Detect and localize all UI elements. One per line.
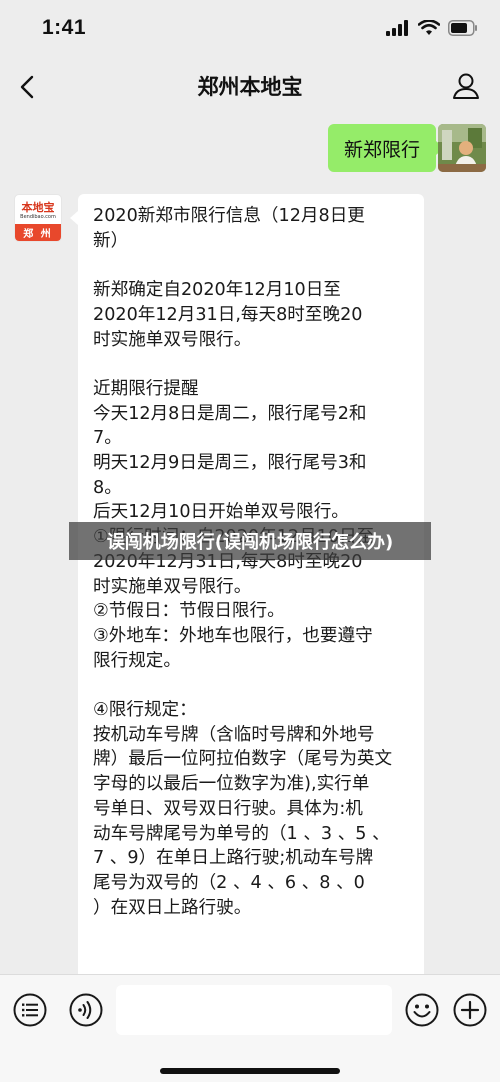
message-line: 8。 — [93, 477, 122, 498]
emoji-button[interactable] — [404, 992, 440, 1028]
user-avatar[interactable] — [438, 124, 486, 172]
message-line: 2020新郑市限行信息（12月8日更 — [93, 206, 365, 226]
watermark-banner: 误闯机场限行(误闯机场限行怎么办) — [69, 522, 431, 560]
message-line: 限行规定。 — [93, 650, 181, 671]
received-message[interactable]: 2020新郑市限行信息（12月8日更 新） 新郑确定自2020年12月10日至 202… — [70, 194, 424, 994]
nav-bar: 郑州本地宝 — [0, 58, 500, 114]
bot-avatar[interactable]: 本地宝 Bendibao.com 郑 州 — [14, 194, 62, 242]
message-line: ②节假日：节假日限行。 — [93, 601, 285, 622]
message-line: 时实施单双号限行。 — [93, 576, 252, 597]
message-paragraph: ④限行规定： 按机动车号牌（含临时号牌和外地号 牌）最后一位阿拉伯数字（尾号为英文字… — [93, 698, 410, 920]
status-icons — [386, 20, 478, 36]
message-line: 2020年12月31日,每天8时至晚20 — [93, 304, 363, 325]
menu-button[interactable] — [12, 992, 48, 1028]
input-bar — [0, 974, 500, 1082]
message-line: 动车号牌尾号为单号的（1 、3 、5 、 — [93, 823, 390, 844]
received-message-body: 2020新郑市限行信息（12月8日更 新） 新郑确定自2020年12月10日至 202… — [93, 204, 410, 920]
message-line: 7。 — [93, 428, 122, 449]
profile-button[interactable] — [450, 70, 482, 102]
message-line: 按机动车号牌（含临时号牌和外地号 — [93, 724, 375, 745]
message-line: 时实施单双号限行。 — [93, 329, 252, 350]
message-line: 今天12月8日是周二，限行尾号2和 — [93, 403, 367, 424]
message-line: 7 、9）在单日上路行驶;机动车号牌 — [93, 848, 374, 869]
wifi-icon — [418, 20, 440, 35]
message-paragraph: 新郑确定自2020年12月10日至 2020年12月31日,每天8时至晚20 时实施… — [93, 278, 410, 352]
message-line: 明天12月9日是周三，限行尾号3和 — [93, 453, 367, 473]
status-bar: 1:41 — [0, 0, 500, 58]
logo-city-text: 郑 州 — [15, 224, 61, 241]
list-menu-icon — [13, 993, 47, 1027]
message-line: ）在双日上路行驶。 — [93, 897, 252, 918]
avatar-image — [438, 124, 486, 172]
message-input[interactable] — [116, 985, 392, 1035]
logo-brand-text: 本地宝 — [21, 201, 55, 214]
message-line: 新） — [93, 230, 129, 251]
signal-icon — [386, 20, 408, 36]
message-line: 新郑确定自2020年12月10日至 — [93, 280, 341, 301]
message-paragraph: 2020新郑市限行信息（12月8日更 新） — [93, 204, 410, 253]
sent-message-text: 新郑限行 — [343, 138, 420, 161]
logo-site-text: Bendibao.com — [20, 214, 56, 220]
message-line: 尾号为双号的（2 、4 、6 、8 、0 — [93, 872, 365, 893]
battery-icon — [448, 20, 477, 36]
plus-icon — [453, 993, 487, 1027]
message-line: ④限行规定： — [93, 700, 197, 721]
emoji-icon — [405, 993, 439, 1027]
voice-icon — [69, 993, 103, 1027]
message-line: ③外地车：外地车也限行，也要遵守 — [93, 625, 373, 646]
status-time: 1:41 — [42, 16, 87, 39]
message-line: 号单日、双号双日行驶。具体为:机 — [93, 798, 363, 819]
message-line: 近期限行提醒 — [93, 378, 199, 399]
voice-button[interactable] — [68, 992, 104, 1028]
message-line: 字母的以最后一位数字为准),实行单 — [93, 774, 370, 795]
add-button[interactable] — [452, 992, 488, 1028]
sent-message[interactable]: 新郑限行 — [327, 124, 445, 172]
home-indicator — [160, 1068, 340, 1074]
message-line: 牌）最后一位阿拉伯数字（尾号为英文 — [93, 749, 393, 770]
person-icon — [453, 73, 479, 99]
page-title: 郑州本地宝 — [197, 75, 303, 99]
